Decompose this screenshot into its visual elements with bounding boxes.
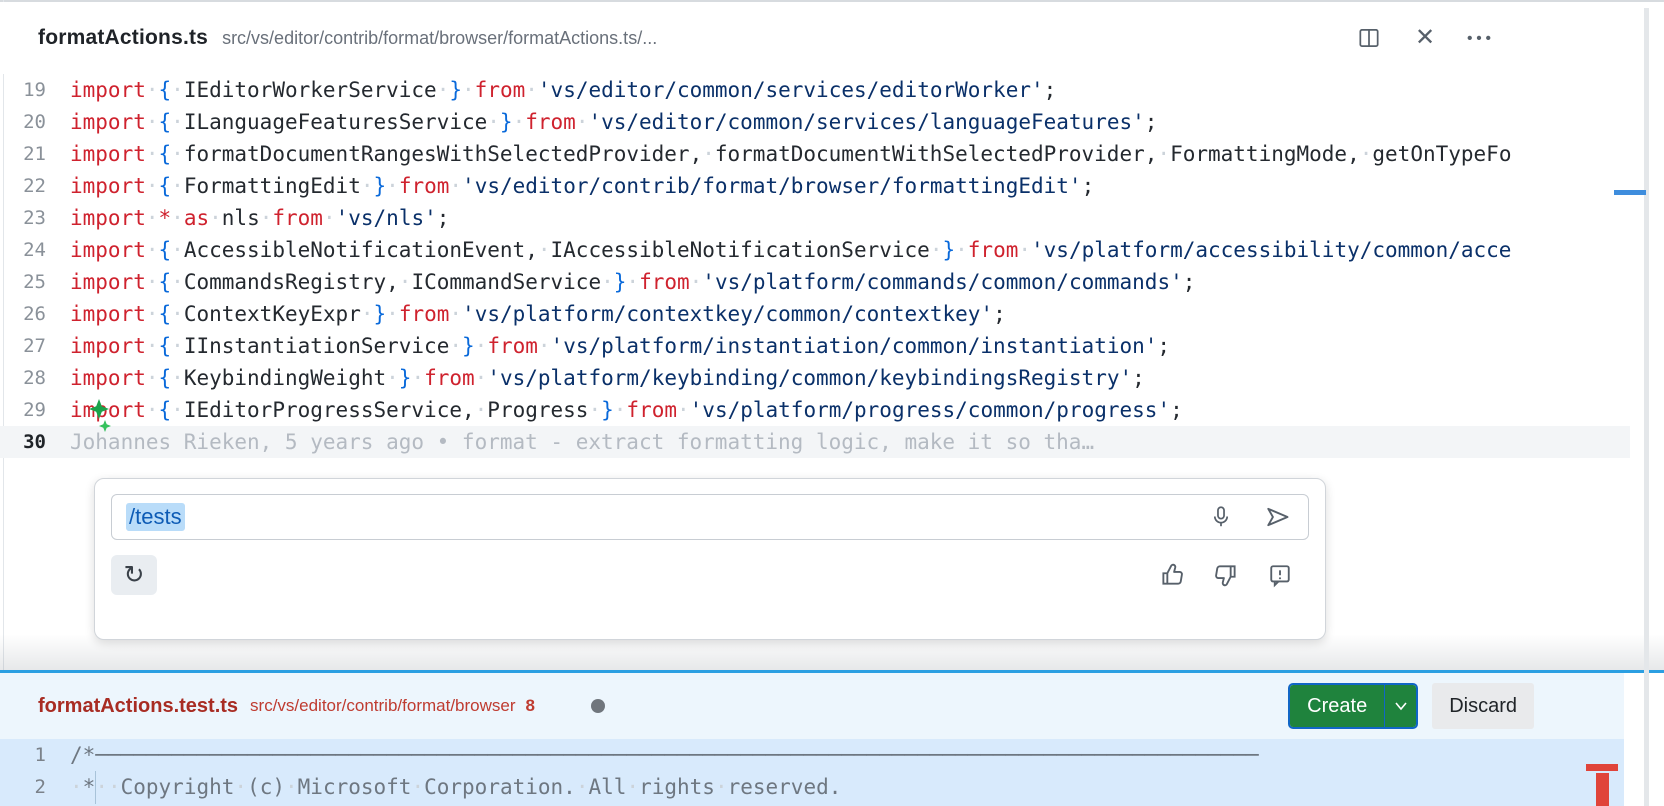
code-line[interactable]: 27import·{·IInstantiationService·}·from·… xyxy=(0,330,1630,362)
chat-input[interactable]: /tests xyxy=(111,494,1309,540)
test-code-editor[interactable]: 1/*─────────────────────────────────────… xyxy=(0,739,1624,806)
thumbs-down-button[interactable] xyxy=(1211,560,1241,590)
microphone-button[interactable] xyxy=(1206,502,1236,532)
vertical-scrollbar[interactable] xyxy=(1644,8,1649,806)
thumbs-down-icon xyxy=(1212,561,1240,589)
line-number: 20 xyxy=(0,111,70,133)
code-editor[interactable]: 19import·{·IEditorWorkerService·}·from·'… xyxy=(0,74,1630,458)
code-line[interactable]: 21import·{·formatDocumentRangesWithSelec… xyxy=(0,138,1630,170)
line-number: 22 xyxy=(0,175,70,197)
overview-ruler-error-mark-top xyxy=(1586,764,1618,771)
line-number: 21 xyxy=(0,143,70,165)
thumbs-up-icon xyxy=(1158,561,1186,589)
slash-command-value: /tests xyxy=(126,503,185,531)
report-issue-button[interactable] xyxy=(1265,560,1295,590)
inline-chat-widget: /tests ↻ xyxy=(94,478,1326,640)
test-file-path: src/vs/editor/contrib/format/browser xyxy=(250,696,515,716)
report-issue-icon xyxy=(1266,561,1294,589)
chevron-down-icon xyxy=(1393,700,1409,712)
line-number: 23 xyxy=(0,207,70,229)
split-editor-button[interactable] xyxy=(1354,23,1384,53)
close-icon: ✕ xyxy=(1415,26,1435,50)
retry-icon: ↻ xyxy=(124,563,145,588)
overview-ruler-info-mark xyxy=(1614,190,1646,195)
create-button[interactable]: Create xyxy=(1290,685,1384,727)
retry-button[interactable]: ↻ xyxy=(111,555,157,595)
file-title: formatActions.ts xyxy=(38,26,208,50)
code-line[interactable]: 19import·{·IEditorWorkerService·}·from·'… xyxy=(0,74,1630,106)
modified-dot xyxy=(591,699,605,713)
code-line[interactable]: 28import·{·KeybindingWeight·}·from·'vs/p… xyxy=(0,362,1630,394)
split-editor-icon xyxy=(1356,25,1382,51)
line-number: 1 xyxy=(0,744,70,766)
ellipsis-icon: ••• xyxy=(1467,30,1495,47)
code-line[interactable]: 26import·{·ContextKeyExpr·}·from·'vs/pla… xyxy=(0,298,1630,330)
code-line[interactable]: 24import·{·AccessibleNotificationEvent,·… xyxy=(0,234,1630,266)
code-line[interactable]: 2·*··Copyright·(c)·Microsoft·Corporation… xyxy=(0,771,1624,803)
line-number: 19 xyxy=(0,79,70,101)
title-bar: formatActions.ts src/vs/editor/contrib/f… xyxy=(0,2,1664,74)
file-title-path: src/vs/editor/contrib/format/browser/for… xyxy=(222,28,657,49)
overview-ruler-error-mark xyxy=(1596,773,1609,806)
indent-guide xyxy=(95,771,96,804)
line-number: 30 xyxy=(0,431,70,453)
generated-test-panel: formatActions.test.ts src/vs/editor/cont… xyxy=(0,673,1664,806)
copilot-sparkle-icon[interactable] xyxy=(86,398,114,432)
test-file-name: formatActions.test.ts xyxy=(38,695,238,718)
line-number: 27 xyxy=(0,335,70,357)
line-number: 25 xyxy=(0,271,70,293)
send-button[interactable] xyxy=(1262,502,1292,532)
test-file-header: formatActions.test.ts src/vs/editor/cont… xyxy=(0,673,1624,739)
code-line[interactable]: 22import·{·FormattingEdit·}·from·'vs/edi… xyxy=(0,170,1630,202)
code-line[interactable]: 20import·{·ILanguageFeaturesService·}·fr… xyxy=(0,106,1630,138)
code-line[interactable]: 23import·*·as·nls·from·'vs/nls'; xyxy=(0,202,1630,234)
discard-button[interactable]: Discard xyxy=(1432,683,1534,729)
microphone-icon xyxy=(1208,504,1234,530)
line-number: 28 xyxy=(0,367,70,389)
line-number: 26 xyxy=(0,303,70,325)
problem-count: 8 xyxy=(526,696,535,716)
titlebar-actions: ✕ ••• xyxy=(1354,23,1496,53)
close-button[interactable]: ✕ xyxy=(1410,23,1440,53)
line-number: 29 xyxy=(0,399,70,421)
thumbs-up-button[interactable] xyxy=(1157,560,1187,590)
create-split-button[interactable]: Create xyxy=(1288,683,1418,729)
more-actions-button[interactable]: ••• xyxy=(1466,23,1496,53)
editor-window: formatActions.ts src/vs/editor/contrib/f… xyxy=(0,0,1664,806)
line-number: 2 xyxy=(0,776,70,798)
create-dropdown-button[interactable] xyxy=(1384,685,1416,727)
code-line[interactable]: 30Johannes Rieken, 5 years ago • format … xyxy=(0,426,1630,458)
code-line[interactable]: 1/*─────────────────────────────────────… xyxy=(0,739,1624,771)
code-line[interactable]: 25import·{·CommandsRegistry,·ICommandSer… xyxy=(0,266,1630,298)
code-line[interactable]: 29import·{·IEditorProgressService,·Progr… xyxy=(0,394,1630,426)
send-icon xyxy=(1263,503,1291,531)
line-number: 24 xyxy=(0,239,70,261)
